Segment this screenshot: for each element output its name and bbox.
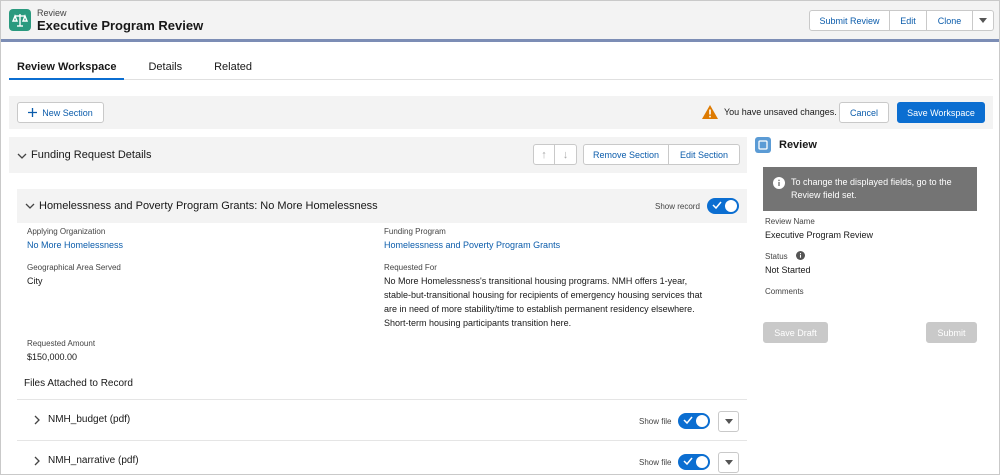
file-menu-button[interactable] (718, 411, 739, 432)
record-header[interactable]: Homelessness and Poverty Program Grants:… (17, 189, 747, 223)
scales-icon (9, 9, 31, 31)
new-section-button[interactable]: New Section (17, 102, 104, 123)
funding-request-section-header[interactable]: Funding Request Details ↑ ↓ Remove Secti… (9, 137, 747, 173)
geo-area-label: Geographical Area Served (27, 263, 121, 272)
record-page: Review Executive Program Review Submit R… (0, 0, 1000, 475)
applying-org-link[interactable]: No More Homelessness (27, 240, 123, 250)
arrow-down-icon: ↓ (562, 148, 569, 161)
clone-button[interactable]: Clone (927, 10, 973, 31)
requested-for-label: Requested For (384, 263, 437, 272)
requested-for-line: No More Homelessness's transitional hous… (384, 276, 688, 286)
page-header: Review Executive Program Review Submit R… (1, 1, 999, 42)
header-actions: Submit Review Edit Clone (809, 10, 994, 31)
edit-button[interactable]: Edit (890, 10, 927, 31)
check-icon (683, 416, 693, 425)
save-draft-button[interactable]: Save Draft (763, 322, 828, 343)
requested-for-line: are in need of more stability/time to es… (384, 304, 695, 314)
unsaved-warning: You have unsaved changes. (702, 105, 837, 119)
chevron-down-icon (979, 17, 987, 23)
edit-section-button[interactable]: Edit Section (669, 144, 740, 165)
unsaved-warning-text: You have unsaved changes. (724, 107, 837, 117)
chevron-right-icon[interactable] (32, 415, 42, 425)
chevron-right-icon[interactable] (32, 456, 42, 466)
show-file-toggle[interactable] (678, 454, 710, 470)
comments-label: Comments (765, 287, 804, 296)
chevron-down-icon (724, 459, 733, 465)
info-message: To change the displayed fields, go to th… (763, 167, 977, 211)
save-workspace-button[interactable]: Save Workspace (897, 102, 985, 123)
requested-amount-value: $150,000.00 (27, 352, 78, 362)
show-record-label: Show record (655, 202, 700, 211)
file-menu-button[interactable] (718, 452, 739, 473)
tab-related[interactable]: Related (206, 51, 260, 80)
tab-bar: Review Workspace Details Related (9, 51, 993, 80)
geo-area-value: City (27, 276, 43, 286)
file-row[interactable]: NMH_budget (pdf) Show file (17, 399, 747, 439)
show-file-label: Show file (639, 417, 672, 426)
file-row[interactable]: NMH_narrative (pdf) Show file (17, 440, 747, 474)
show-file-toggle[interactable] (678, 413, 710, 429)
submit-review-button[interactable]: Submit Review (809, 10, 890, 31)
status-label: Status (765, 252, 788, 261)
review-icon (755, 137, 771, 153)
cancel-button[interactable]: Cancel (839, 102, 889, 123)
requested-for-line: Short-term housing participants transiti… (384, 318, 572, 328)
remove-section-button[interactable]: Remove Section (583, 144, 669, 165)
submit-button[interactable]: Submit (926, 322, 977, 343)
page-title: Executive Program Review (37, 18, 204, 33)
section-reorder: ↑ ↓ (533, 144, 577, 165)
plus-icon (28, 108, 38, 117)
status-value: Not Started (765, 265, 811, 275)
check-icon (683, 457, 693, 466)
info-icon[interactable] (796, 251, 805, 260)
warning-icon (702, 105, 718, 119)
tab-review-workspace[interactable]: Review Workspace (9, 51, 125, 80)
move-down-button[interactable]: ↓ (555, 144, 577, 165)
move-up-button[interactable]: ↑ (533, 144, 555, 165)
show-file-label: Show file (639, 458, 672, 467)
arrow-up-icon: ↑ (541, 148, 547, 161)
workspace-toolbar: New Section You have unsaved changes. Ca… (9, 96, 993, 129)
info-icon (773, 177, 785, 189)
requested-for-line: stable-but-transitional housing for reci… (384, 290, 703, 300)
applying-org-label: Applying Organization (27, 227, 106, 236)
files-title: Files Attached to Record (24, 378, 133, 389)
new-section-label: New Section (42, 107, 93, 118)
chevron-down-icon[interactable] (25, 201, 35, 211)
review-panel-title: Review (779, 139, 817, 151)
section-title: Funding Request Details (31, 149, 152, 161)
funding-program-link[interactable]: Homelessness and Poverty Program Grants (384, 240, 560, 250)
check-icon (712, 201, 722, 210)
info-message-text: To change the displayed fields, go to th… (791, 177, 952, 200)
show-record-toggle[interactable] (707, 198, 739, 214)
section-actions: Remove Section Edit Section (583, 144, 740, 165)
requested-amount-label: Requested Amount (27, 339, 96, 348)
review-name-value: Executive Program Review (765, 230, 874, 240)
tab-details[interactable]: Details (140, 51, 190, 80)
record-title: Homelessness and Poverty Program Grants:… (39, 200, 378, 212)
requested-for-value: No More Homelessness's transitional hous… (384, 274, 744, 330)
object-type-label: Review (37, 8, 67, 18)
funding-program-label: Funding Program (384, 227, 446, 236)
more-actions-button[interactable] (973, 10, 994, 31)
review-name-label: Review Name (765, 217, 815, 226)
chevron-down-icon (724, 418, 733, 424)
chevron-down-icon[interactable] (17, 151, 27, 161)
file-name: NMH_narrative (pdf) (48, 455, 139, 466)
file-name: NMH_budget (pdf) (48, 414, 131, 425)
